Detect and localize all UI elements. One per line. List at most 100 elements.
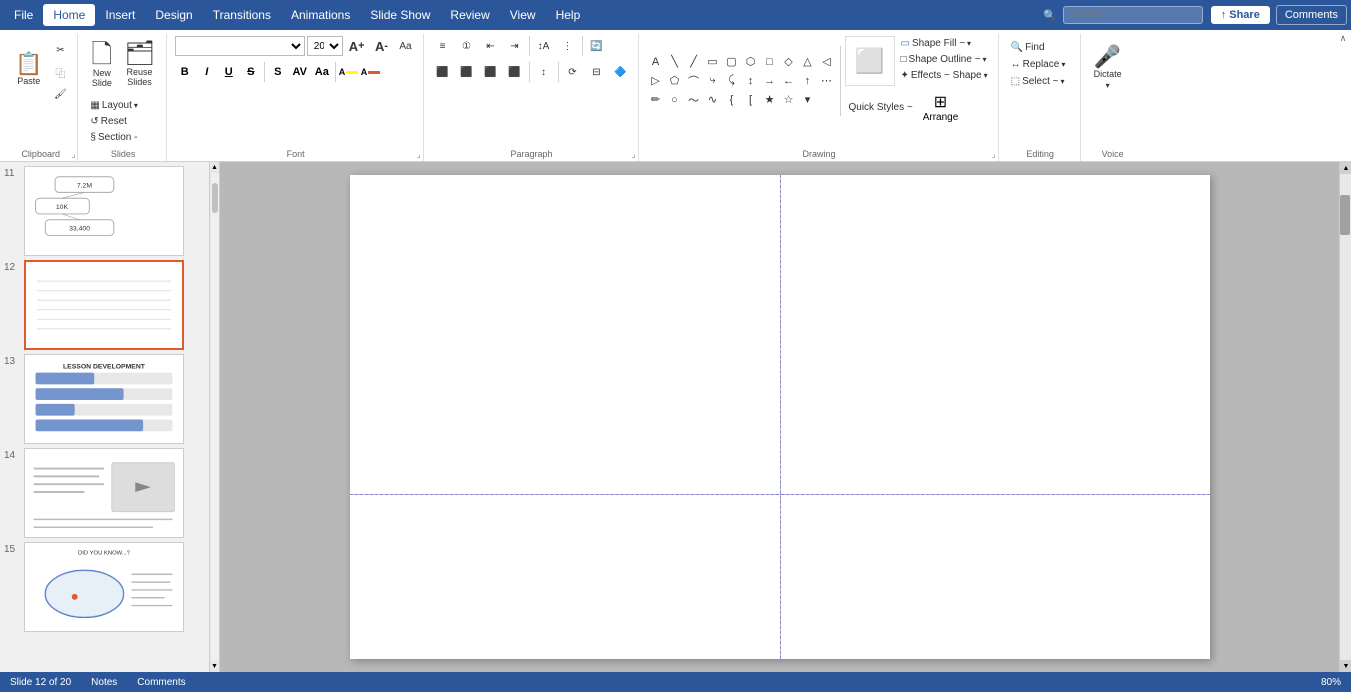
shape-bracket-button[interactable]: [ bbox=[742, 91, 760, 109]
paste-button[interactable]: 📋 Paste bbox=[10, 38, 47, 102]
copy-button[interactable]: ⿻ bbox=[49, 62, 71, 82]
shape-rtriangle-button[interactable]: ◁ bbox=[818, 53, 836, 71]
slide-item-13[interactable]: 13 LESSON DEVELOPMENT bbox=[4, 354, 205, 444]
scroll-thumb[interactable] bbox=[212, 183, 218, 213]
highlight-color-button[interactable]: A bbox=[339, 62, 359, 82]
layout-button[interactable]: ▦ Layout ▾ bbox=[86, 98, 142, 113]
shape-line-button[interactable]: ╲ bbox=[666, 53, 684, 71]
align-left-button[interactable]: ⬛ bbox=[432, 62, 454, 82]
right-scroll-down-arrow[interactable]: ▼ bbox=[1340, 660, 1351, 672]
shape-circle-button[interactable]: ○ bbox=[666, 91, 684, 109]
reuse-slides-button[interactable]: 🗂 ReuseSlides bbox=[119, 36, 159, 94]
menu-file[interactable]: File bbox=[4, 4, 43, 26]
increase-indent-button[interactable]: ⇥ bbox=[504, 36, 526, 56]
bullets-button[interactable]: ≡ bbox=[432, 36, 454, 56]
section-button[interactable]: § Section - bbox=[86, 130, 142, 145]
shape-misc-button[interactable]: ⋯ bbox=[818, 72, 836, 90]
strikethrough-button[interactable]: S bbox=[241, 62, 261, 82]
slide-item-11[interactable]: 11 7.2M 10K 33,400 bbox=[4, 166, 205, 256]
decrease-font-button[interactable]: A- bbox=[371, 36, 393, 56]
right-scroll-thumb[interactable] bbox=[1340, 195, 1350, 235]
shape-freehand-button[interactable]: ✏ bbox=[647, 91, 665, 109]
clipboard-expand-icon[interactable]: ⌟ bbox=[72, 150, 76, 159]
shape-roundrect-button[interactable]: ▢ bbox=[723, 53, 741, 71]
shape-outline-button[interactable]: □ Shape Outline ~ ▾ bbox=[897, 52, 992, 67]
slide-thumb-11[interactable]: 7.2M 10K 33,400 bbox=[24, 166, 184, 256]
font-expand-icon[interactable]: ⌟ bbox=[417, 150, 421, 159]
paragraph-expand-icon[interactable]: ⌟ bbox=[632, 150, 636, 159]
shape-star-button[interactable]: ★ bbox=[761, 91, 779, 109]
font-size-select[interactable]: 20 bbox=[307, 36, 343, 56]
quick-styles-button[interactable]: Quick Styles ~ bbox=[845, 100, 917, 115]
decrease-indent-button[interactable]: ⇤ bbox=[480, 36, 502, 56]
shape-rect-button[interactable]: ▭ bbox=[704, 53, 722, 71]
numbering-button[interactable]: ① bbox=[456, 36, 478, 56]
ribbon-collapse-button[interactable]: ∧ bbox=[1335, 30, 1351, 46]
add-remove-columns-button[interactable]: ⋮ bbox=[557, 36, 579, 56]
font-name-select[interactable] bbox=[175, 36, 305, 56]
menu-insert[interactable]: Insert bbox=[95, 4, 145, 26]
shape-diamond-button[interactable]: ◇ bbox=[780, 53, 798, 71]
menu-design[interactable]: Design bbox=[145, 4, 202, 26]
shape-line2-button[interactable]: ╱ bbox=[685, 53, 703, 71]
slide-item-15[interactable]: 15 DID YOU KNOW...? bbox=[4, 542, 205, 632]
select-button[interactable]: ⬚ Select ~ ▾ bbox=[1007, 74, 1070, 89]
italic-button[interactable]: I bbox=[197, 62, 217, 82]
align-text-button[interactable]: ⊟ bbox=[586, 62, 608, 82]
shape-star2-button[interactable]: ☆ bbox=[780, 91, 798, 109]
slide-item-14[interactable]: 14 bbox=[4, 448, 205, 538]
justify-button[interactable]: ⬛ bbox=[504, 62, 526, 82]
align-center-button[interactable]: ⬛ bbox=[456, 62, 478, 82]
new-slide-button[interactable]: 🗋 NewSlide bbox=[86, 36, 117, 94]
shape-pentagon-button[interactable]: ⬠ bbox=[666, 72, 684, 90]
arrange-button[interactable]: ⊞ Arrange bbox=[919, 90, 963, 125]
clear-formatting-button[interactable]: Aa bbox=[395, 36, 417, 56]
font-color-button[interactable]: A bbox=[361, 62, 381, 82]
line-spacing-button[interactable]: ↕ bbox=[533, 62, 555, 82]
menu-review[interactable]: Review bbox=[440, 4, 499, 26]
slide-thumb-13[interactable]: LESSON DEVELOPMENT bbox=[24, 354, 184, 444]
slide-thumb-15[interactable]: DID YOU KNOW...? bbox=[24, 542, 184, 632]
shape-darrow-button[interactable]: ↕ bbox=[742, 72, 760, 90]
shape-rarrow-button[interactable]: → bbox=[761, 72, 779, 90]
slide-panel-scrollbar[interactable]: ▲ ▼ bbox=[210, 162, 220, 672]
share-button[interactable]: ↑ Share bbox=[1211, 6, 1270, 24]
shape-squiggle-button[interactable]: 〜 bbox=[685, 91, 703, 109]
replace-button[interactable]: ↔ Replace ▾ bbox=[1007, 57, 1070, 72]
shape-triangle-button[interactable]: △ bbox=[799, 53, 817, 71]
menu-help[interactable]: Help bbox=[546, 4, 591, 26]
dictate-button[interactable]: 🎤 Dictate ▾ bbox=[1089, 36, 1127, 100]
shape-wave-button[interactable]: ∿ bbox=[704, 91, 722, 109]
shape-rect2-button[interactable]: □ bbox=[761, 53, 779, 71]
menu-home[interactable]: Home bbox=[43, 4, 95, 26]
right-scrollbar[interactable]: ▲ ▼ bbox=[1339, 162, 1351, 672]
menu-slideshow[interactable]: Slide Show bbox=[360, 4, 440, 26]
shape-bend-button[interactable]: ⤹ bbox=[723, 72, 741, 90]
slide-thumb-12[interactable] bbox=[24, 260, 184, 350]
reset-button[interactable]: ↺ Reset bbox=[86, 114, 142, 129]
shape-effects-button[interactable]: ✦ Effects ~ Shape ▾ bbox=[897, 68, 992, 83]
text-direction-button[interactable]: ⟳ bbox=[562, 62, 584, 82]
shape-more-button[interactable]: ▾ bbox=[799, 91, 817, 109]
shape-brace-button[interactable]: { bbox=[723, 91, 741, 109]
scroll-up-arrow[interactable]: ▲ bbox=[209, 162, 220, 173]
comments-status-button[interactable]: Comments bbox=[137, 677, 185, 688]
search-input[interactable] bbox=[1063, 6, 1203, 24]
shape-text-button[interactable]: A bbox=[647, 53, 665, 71]
menu-view[interactable]: View bbox=[500, 4, 546, 26]
comments-button[interactable]: Comments bbox=[1276, 5, 1347, 25]
shape-larrow-button[interactable]: ← bbox=[780, 72, 798, 90]
shape-curve-button[interactable]: ⌒ bbox=[685, 72, 703, 90]
right-scroll-up-arrow[interactable]: ▲ bbox=[1340, 162, 1351, 174]
scroll-down-arrow[interactable]: ▼ bbox=[209, 661, 220, 672]
drawing-expand-icon[interactable]: ⌟ bbox=[992, 150, 996, 159]
shape-fill-button[interactable]: ▭ Shape Fill ~ ▾ bbox=[897, 36, 992, 51]
cut-button[interactable]: ✂ bbox=[49, 40, 71, 60]
shape-hexagon-button[interactable]: ⬡ bbox=[742, 53, 760, 71]
slide-canvas[interactable] bbox=[350, 175, 1210, 659]
slide-item-12[interactable]: 12 bbox=[4, 260, 205, 350]
underline-button[interactable]: U bbox=[219, 62, 239, 82]
sort-button[interactable]: ↕A bbox=[533, 36, 555, 56]
increase-font-button[interactable]: A+ bbox=[345, 36, 369, 56]
notes-button[interactable]: Notes bbox=[91, 677, 117, 688]
